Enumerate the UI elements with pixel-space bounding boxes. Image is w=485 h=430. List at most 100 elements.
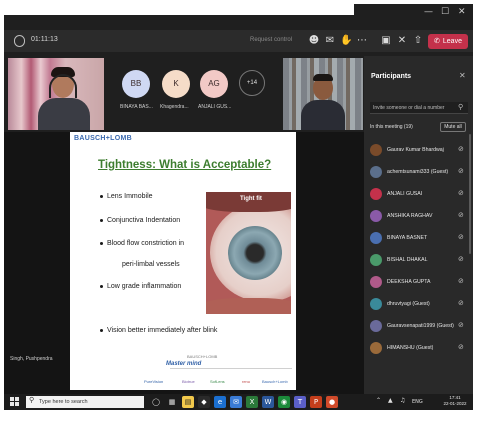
close-window-icon[interactable]: ✕ <box>458 7 466 17</box>
minimize-icon[interactable]: — <box>424 7 433 17</box>
participant-name: BINAYA BASNET <box>387 235 428 241</box>
eye-upper-lid <box>206 192 291 212</box>
video-tile-participant-2[interactable] <box>283 58 363 130</box>
bullet-icon <box>100 284 103 288</box>
participant-avatar <box>370 298 382 310</box>
participant-name: DEEKSHA GUPTA <box>387 279 431 285</box>
participant-row[interactable]: DEEKSHA GUPTA ⊘ <box>370 274 468 292</box>
request-control-button[interactable]: Request control <box>250 37 292 43</box>
participant-row[interactable]: BINAYA BASNET ⊘ <box>370 230 468 248</box>
invite-field[interactable]: ⚲ <box>370 102 468 114</box>
word-icon[interactable]: W <box>262 396 274 408</box>
shield-icon <box>14 35 25 47</box>
taskbar-search[interactable]: ⚲ <box>26 396 144 408</box>
share-icon[interactable]: ⇧ <box>412 35 424 47</box>
participant-row[interactable]: HIMANSHU (Guest) ⊘ <box>370 340 468 358</box>
mic-muted-icon: ⊘ <box>458 277 464 285</box>
footer-brand-5: Bausch+Lomb <box>262 379 288 384</box>
slide-bullet-continuation: peri-limbal vessels <box>122 261 180 268</box>
mic-muted-icon: ⊘ <box>458 255 464 263</box>
mic-muted-icon: ⊘ <box>458 211 464 219</box>
mic-muted-icon: ⊘ <box>458 321 464 329</box>
search-icon: ⚲ <box>458 103 464 111</box>
avatar-participant-3[interactable]: AG <box>200 70 228 98</box>
phone-icon: ✆ <box>434 38 440 45</box>
participant-name: ANSHIKA RAGHAV <box>387 213 433 219</box>
avatar-participant-1[interactable]: BB <box>122 70 150 98</box>
file-explorer-icon[interactable]: ▤ <box>182 396 194 408</box>
video-tile-participant-1[interactable] <box>8 58 104 130</box>
raise-hand-icon[interactable]: ✋ <box>340 35 352 47</box>
powerpoint-icon[interactable]: P <box>310 396 322 408</box>
more-participants-button[interactable]: +14 <box>239 70 265 96</box>
more-actions-icon[interactable]: ⋯ <box>356 35 368 47</box>
edge-icon[interactable]: e <box>214 396 226 408</box>
participant-name: BISHAL DHAKAL <box>387 257 428 263</box>
participant-name: achemtsunami333 (Guest) <box>387 169 449 175</box>
participant-body <box>301 100 345 130</box>
camera-icon[interactable]: ▣ <box>380 35 392 47</box>
participant-name: Gaurav Kumar Bhardwaj <box>387 147 444 153</box>
task-view-icon[interactable]: ◯ <box>150 396 162 408</box>
taskbar-search-input[interactable] <box>39 397 139 407</box>
participant-row[interactable]: BISHAL DHAKAL ⊘ <box>370 252 468 270</box>
windows-taskbar: ⚲ ◯ ▦ ▤ ◆ e ✉ X W ◉ T P ● ⌃ ▲ ♫ ENG 17:4… <box>4 394 473 410</box>
mic-muted-icon: ⊘ <box>458 343 464 351</box>
clock-date: 22-01-2022 <box>443 401 467 406</box>
language-indicator[interactable]: ENG <box>412 399 423 405</box>
windows-start-icon[interactable] <box>10 397 19 406</box>
network-icon[interactable]: ▲ <box>388 397 393 404</box>
participant-row[interactable]: achemtsunami333 (Guest) ⊘ <box>370 164 468 182</box>
slide-bullet: Low grade inflammation <box>100 282 181 291</box>
mail-icon[interactable]: ✉ <box>230 396 242 408</box>
store-icon[interactable]: ◆ <box>198 396 210 408</box>
participant-name: dhruvtyagi (Guest) <box>387 301 430 307</box>
widgets-icon[interactable]: ▦ <box>166 396 178 408</box>
participant-avatar <box>370 342 382 354</box>
eye-photo-caption: Tight fit <box>240 196 262 202</box>
participant-row[interactable]: ANSHIKA RAGHAV ⊘ <box>370 208 468 226</box>
leave-button[interactable]: ✆ Leave <box>428 34 468 49</box>
participant-name: HIMANSHU (Guest) <box>387 345 434 351</box>
teams-icon[interactable]: T <box>294 396 306 408</box>
taskbar-clock[interactable]: 17:41 22-01-2022 <box>440 395 470 407</box>
mute-all-button[interactable]: Mute all <box>440 122 466 132</box>
close-panel-icon[interactable]: ✕ <box>459 71 466 80</box>
start-tile <box>15 402 19 406</box>
slide-bullet: Blood flow constriction in <box>100 239 184 248</box>
people-icon[interactable]: ☻ <box>308 35 320 47</box>
slide-title: Tightness: What is Acceptable? <box>98 159 272 171</box>
participants-title: Participants <box>371 73 412 80</box>
footer-divider <box>170 368 292 369</box>
in-meeting-header[interactable]: In this meeting (19) <box>370 124 413 130</box>
app-icon[interactable]: ● <box>326 396 338 408</box>
maximize-icon[interactable]: ☐ <box>441 7 449 17</box>
participant-row[interactable]: dhruvtyagi (Guest) ⊘ <box>370 296 468 314</box>
eye-photo: Tight fit <box>206 192 291 314</box>
chrome-icon[interactable]: ◉ <box>278 396 290 408</box>
participant-avatar <box>370 320 382 332</box>
presenter-name: Singh, Pushpendra <box>10 356 53 362</box>
meeting-toolbar: 01:11:13 Request control ☻ ✉ ✋ ⋯ ▣ ✕ ⇧ ✆… <box>4 30 473 52</box>
tray-chevron-icon[interactable]: ⌃ <box>376 397 381 404</box>
avatar-participant-2[interactable]: K <box>162 70 190 98</box>
volume-icon[interactable]: ♫ <box>400 397 405 404</box>
footer-brand-2: Biotrue <box>182 379 195 384</box>
excel-icon[interactable]: X <box>246 396 258 408</box>
title-strip-overlay <box>4 4 354 15</box>
avatar-label: ANJALI GUS... <box>198 104 232 110</box>
chat-icon[interactable]: ✉ <box>324 35 336 47</box>
scrollbar[interactable] <box>469 134 471 254</box>
mic-muted-icon: ⊘ <box>458 189 464 197</box>
microphone-off-icon[interactable]: ✕ <box>396 35 408 47</box>
bullet-icon <box>100 328 103 332</box>
search-icon: ⚲ <box>29 396 35 404</box>
title-strip: — ☐ ✕ <box>4 4 473 22</box>
participant-row[interactable]: Gaurav Kumar Bhardwaj ⊘ <box>370 142 468 160</box>
participant-row[interactable]: ANJALI GUSAI ⊘ <box>370 186 468 204</box>
invite-input[interactable] <box>373 103 453 113</box>
slide-bullet: Lens Immobile <box>100 192 153 201</box>
participant-body <box>38 98 90 130</box>
participant-row[interactable]: Gauravsenapati1999 (Guest) ⊘ <box>370 318 468 336</box>
bullet-text: Lens Immobile <box>107 193 153 200</box>
